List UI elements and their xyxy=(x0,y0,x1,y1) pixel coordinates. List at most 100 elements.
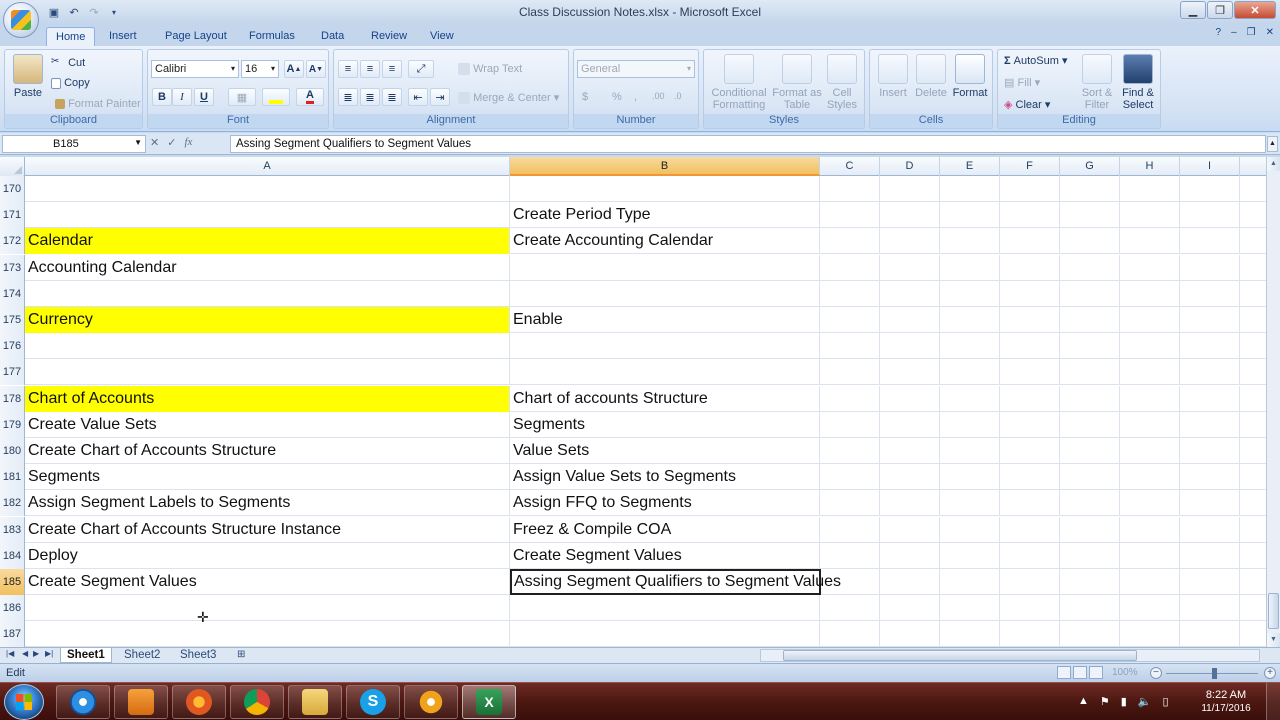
cell-f[interactable] xyxy=(1000,202,1060,229)
page-break-view-icon[interactable] xyxy=(1089,666,1103,679)
cut-button[interactable]: ✂ Cut xyxy=(51,56,85,70)
cell-a[interactable]: Create Chart of Accounts Structure Insta… xyxy=(25,516,510,543)
cell-i[interactable] xyxy=(1180,202,1240,229)
cell-a[interactable]: Currency xyxy=(25,307,510,333)
number-format-select[interactable]: General ▾ xyxy=(577,60,695,78)
align-top-icon[interactable]: ≡ xyxy=(338,60,358,78)
row-header[interactable]: 175 xyxy=(0,307,25,333)
cell-f[interactable] xyxy=(1000,464,1060,491)
expand-formula-bar-icon[interactable]: ▲ xyxy=(1267,136,1278,152)
sheet-tab-sheet1[interactable]: Sheet1 xyxy=(60,648,112,663)
column-header-g[interactable]: G xyxy=(1060,157,1120,176)
cell-e[interactable] xyxy=(940,280,1000,307)
zoom-out-icon[interactable]: − xyxy=(1150,667,1162,679)
cell-h[interactable] xyxy=(1120,228,1180,255)
office-button[interactable] xyxy=(3,2,39,38)
cell-a[interactable]: Calendar xyxy=(25,228,510,255)
zoom-slider[interactable]: − + xyxy=(1150,667,1276,680)
cell-g[interactable] xyxy=(1060,464,1120,491)
cell-c[interactable] xyxy=(820,228,880,255)
page-layout-view-icon[interactable] xyxy=(1073,666,1087,679)
cell-e[interactable] xyxy=(940,438,1000,464)
cell-f[interactable] xyxy=(1000,569,1060,595)
cell-c[interactable] xyxy=(820,385,880,412)
cell-b[interactable] xyxy=(510,359,820,386)
cell-a[interactable]: Create Segment Values xyxy=(25,569,510,595)
cell-a[interactable]: Chart of Accounts xyxy=(25,385,510,412)
formula-input[interactable]: Assing Segment Qualifiers to Segment Val… xyxy=(230,135,1266,153)
cell-f[interactable] xyxy=(1000,438,1060,464)
cell-d[interactable] xyxy=(880,516,940,543)
decrease-decimal-icon[interactable]: .0 xyxy=(674,91,682,101)
cell-c[interactable] xyxy=(820,438,880,464)
tab-home[interactable]: Home xyxy=(46,27,96,46)
cell-d[interactable] xyxy=(880,359,940,386)
cell-i[interactable] xyxy=(1180,307,1240,333)
cell-f[interactable] xyxy=(1000,490,1060,517)
tab-view[interactable]: View xyxy=(421,27,463,46)
format-cells-button[interactable]: Format xyxy=(950,54,990,99)
cell-g[interactable] xyxy=(1060,569,1120,595)
cell-i[interactable] xyxy=(1180,438,1240,464)
select-all-button[interactable] xyxy=(0,157,25,176)
cancel-entry-icon[interactable]: ✕ xyxy=(150,136,159,149)
align-right-icon[interactable]: ≣ xyxy=(382,88,402,106)
delete-cells-button[interactable]: Delete xyxy=(912,54,950,99)
normal-view-icon[interactable] xyxy=(1057,666,1071,679)
cell-a[interactable]: Accounting Calendar xyxy=(25,254,510,281)
chrome-icon[interactable] xyxy=(230,685,284,719)
show-desktop-button[interactable] xyxy=(1266,683,1280,720)
cell-e[interactable] xyxy=(940,176,1000,202)
cell-g[interactable] xyxy=(1060,621,1120,647)
cell-f[interactable] xyxy=(1000,254,1060,281)
tab-insert[interactable]: Insert xyxy=(100,27,146,46)
column-header-e[interactable]: E xyxy=(940,157,1000,176)
row-header[interactable]: 185 xyxy=(0,569,25,595)
cell-d[interactable] xyxy=(880,621,940,647)
cell-c[interactable] xyxy=(820,490,880,517)
fill-button[interactable]: ▤ Fill ▾ xyxy=(1004,76,1040,89)
cell-f[interactable] xyxy=(1000,595,1060,622)
paste-button[interactable]: Paste xyxy=(9,54,47,99)
cell-c[interactable] xyxy=(820,621,880,647)
zoom-in-icon[interactable]: + xyxy=(1264,667,1276,679)
cell-d[interactable] xyxy=(880,464,940,491)
cell-f[interactable] xyxy=(1000,280,1060,307)
action-center-icon[interactable]: ⚑ xyxy=(1100,695,1110,708)
cell-d[interactable] xyxy=(880,228,940,255)
cell-i[interactable] xyxy=(1180,621,1240,647)
tab-formulas[interactable]: Formulas xyxy=(240,27,304,46)
cell-g[interactable] xyxy=(1060,202,1120,229)
cell-g[interactable] xyxy=(1060,516,1120,543)
row-header[interactable]: 181 xyxy=(0,464,25,491)
underline-button[interactable]: U xyxy=(194,88,214,106)
cell-h[interactable] xyxy=(1120,621,1180,647)
row-header[interactable]: 182 xyxy=(0,490,25,517)
row-header[interactable]: 174 xyxy=(0,280,25,307)
cell-h[interactable] xyxy=(1120,490,1180,517)
cell-f[interactable] xyxy=(1000,359,1060,386)
cell-h[interactable] xyxy=(1120,464,1180,491)
workbook-close-icon[interactable]: ✕ xyxy=(1266,27,1274,38)
format-as-table-button[interactable]: Format as Table xyxy=(772,54,822,111)
cell-e[interactable] xyxy=(940,385,1000,412)
decrease-indent-icon[interactable]: ⇤ xyxy=(408,88,428,106)
cell-i[interactable] xyxy=(1180,464,1240,491)
cell-a[interactable] xyxy=(25,176,510,202)
excel-icon[interactable]: X xyxy=(462,685,516,719)
active-cell[interactable]: Assing Segment Qualifiers to Segment Val… xyxy=(510,569,841,595)
cell-c[interactable] xyxy=(820,333,880,360)
cell-b[interactable]: Enable xyxy=(510,307,820,333)
column-header-a[interactable]: A xyxy=(25,157,510,176)
cell-i[interactable] xyxy=(1180,411,1240,438)
row-header[interactable]: 176 xyxy=(0,333,25,360)
cell-b[interactable]: Create Period Type xyxy=(510,202,820,229)
bold-button[interactable]: B xyxy=(152,88,172,106)
row-header[interactable]: 186 xyxy=(0,595,25,622)
insert-function-icon[interactable]: fx xyxy=(184,136,192,149)
cell-g[interactable] xyxy=(1060,359,1120,386)
show-hidden-icons-icon[interactable]: ▲ xyxy=(1078,695,1089,708)
cell-e[interactable] xyxy=(940,202,1000,229)
cell-styles-button[interactable]: Cell Styles xyxy=(822,54,862,111)
cell-d[interactable] xyxy=(880,490,940,517)
